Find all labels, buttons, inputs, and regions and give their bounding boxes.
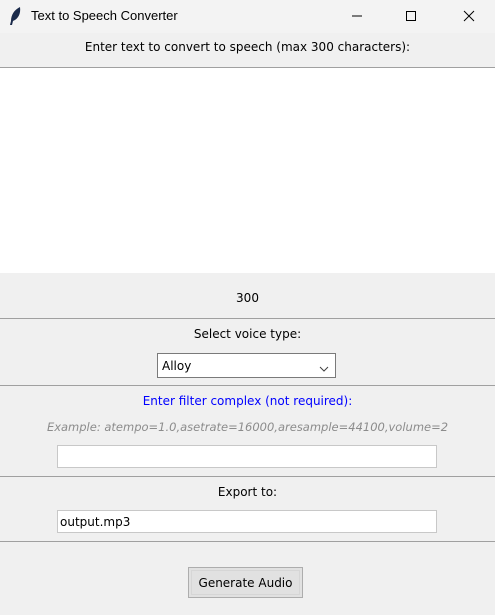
minimize-button[interactable]: [334, 0, 380, 33]
close-button[interactable]: [446, 0, 492, 33]
text-prompt-label: Enter text to convert to speech (max 300…: [84, 40, 411, 54]
title-bar: Text to Speech Converter: [0, 0, 495, 33]
divider: [0, 385, 495, 386]
speech-text-input[interactable]: [0, 68, 495, 273]
generate-audio-label: Generate Audio: [198, 575, 293, 590]
feather-icon: [8, 6, 24, 26]
voice-type-label: Select voice type:: [193, 327, 302, 341]
maximize-button[interactable]: [388, 0, 434, 33]
window-title: Text to Speech Converter: [31, 8, 178, 23]
remaining-characters-count: 300: [236, 291, 259, 305]
voice-type-selected: Alloy: [162, 359, 192, 373]
filter-complex-example: Example: atempo=1.0,asetrate=16000,aresa…: [46, 420, 449, 434]
divider: [0, 476, 495, 477]
export-label: Export to:: [217, 485, 278, 499]
filter-complex-input[interactable]: [57, 445, 437, 468]
divider: [0, 541, 495, 542]
divider: [0, 318, 495, 319]
chevron-down-icon: [319, 362, 329, 376]
voice-type-dropdown[interactable]: Alloy: [157, 353, 336, 378]
export-path-input[interactable]: [57, 510, 437, 533]
generate-audio-button[interactable]: Generate Audio: [188, 567, 303, 598]
filter-complex-label: Enter filter complex (not required):: [142, 394, 353, 408]
